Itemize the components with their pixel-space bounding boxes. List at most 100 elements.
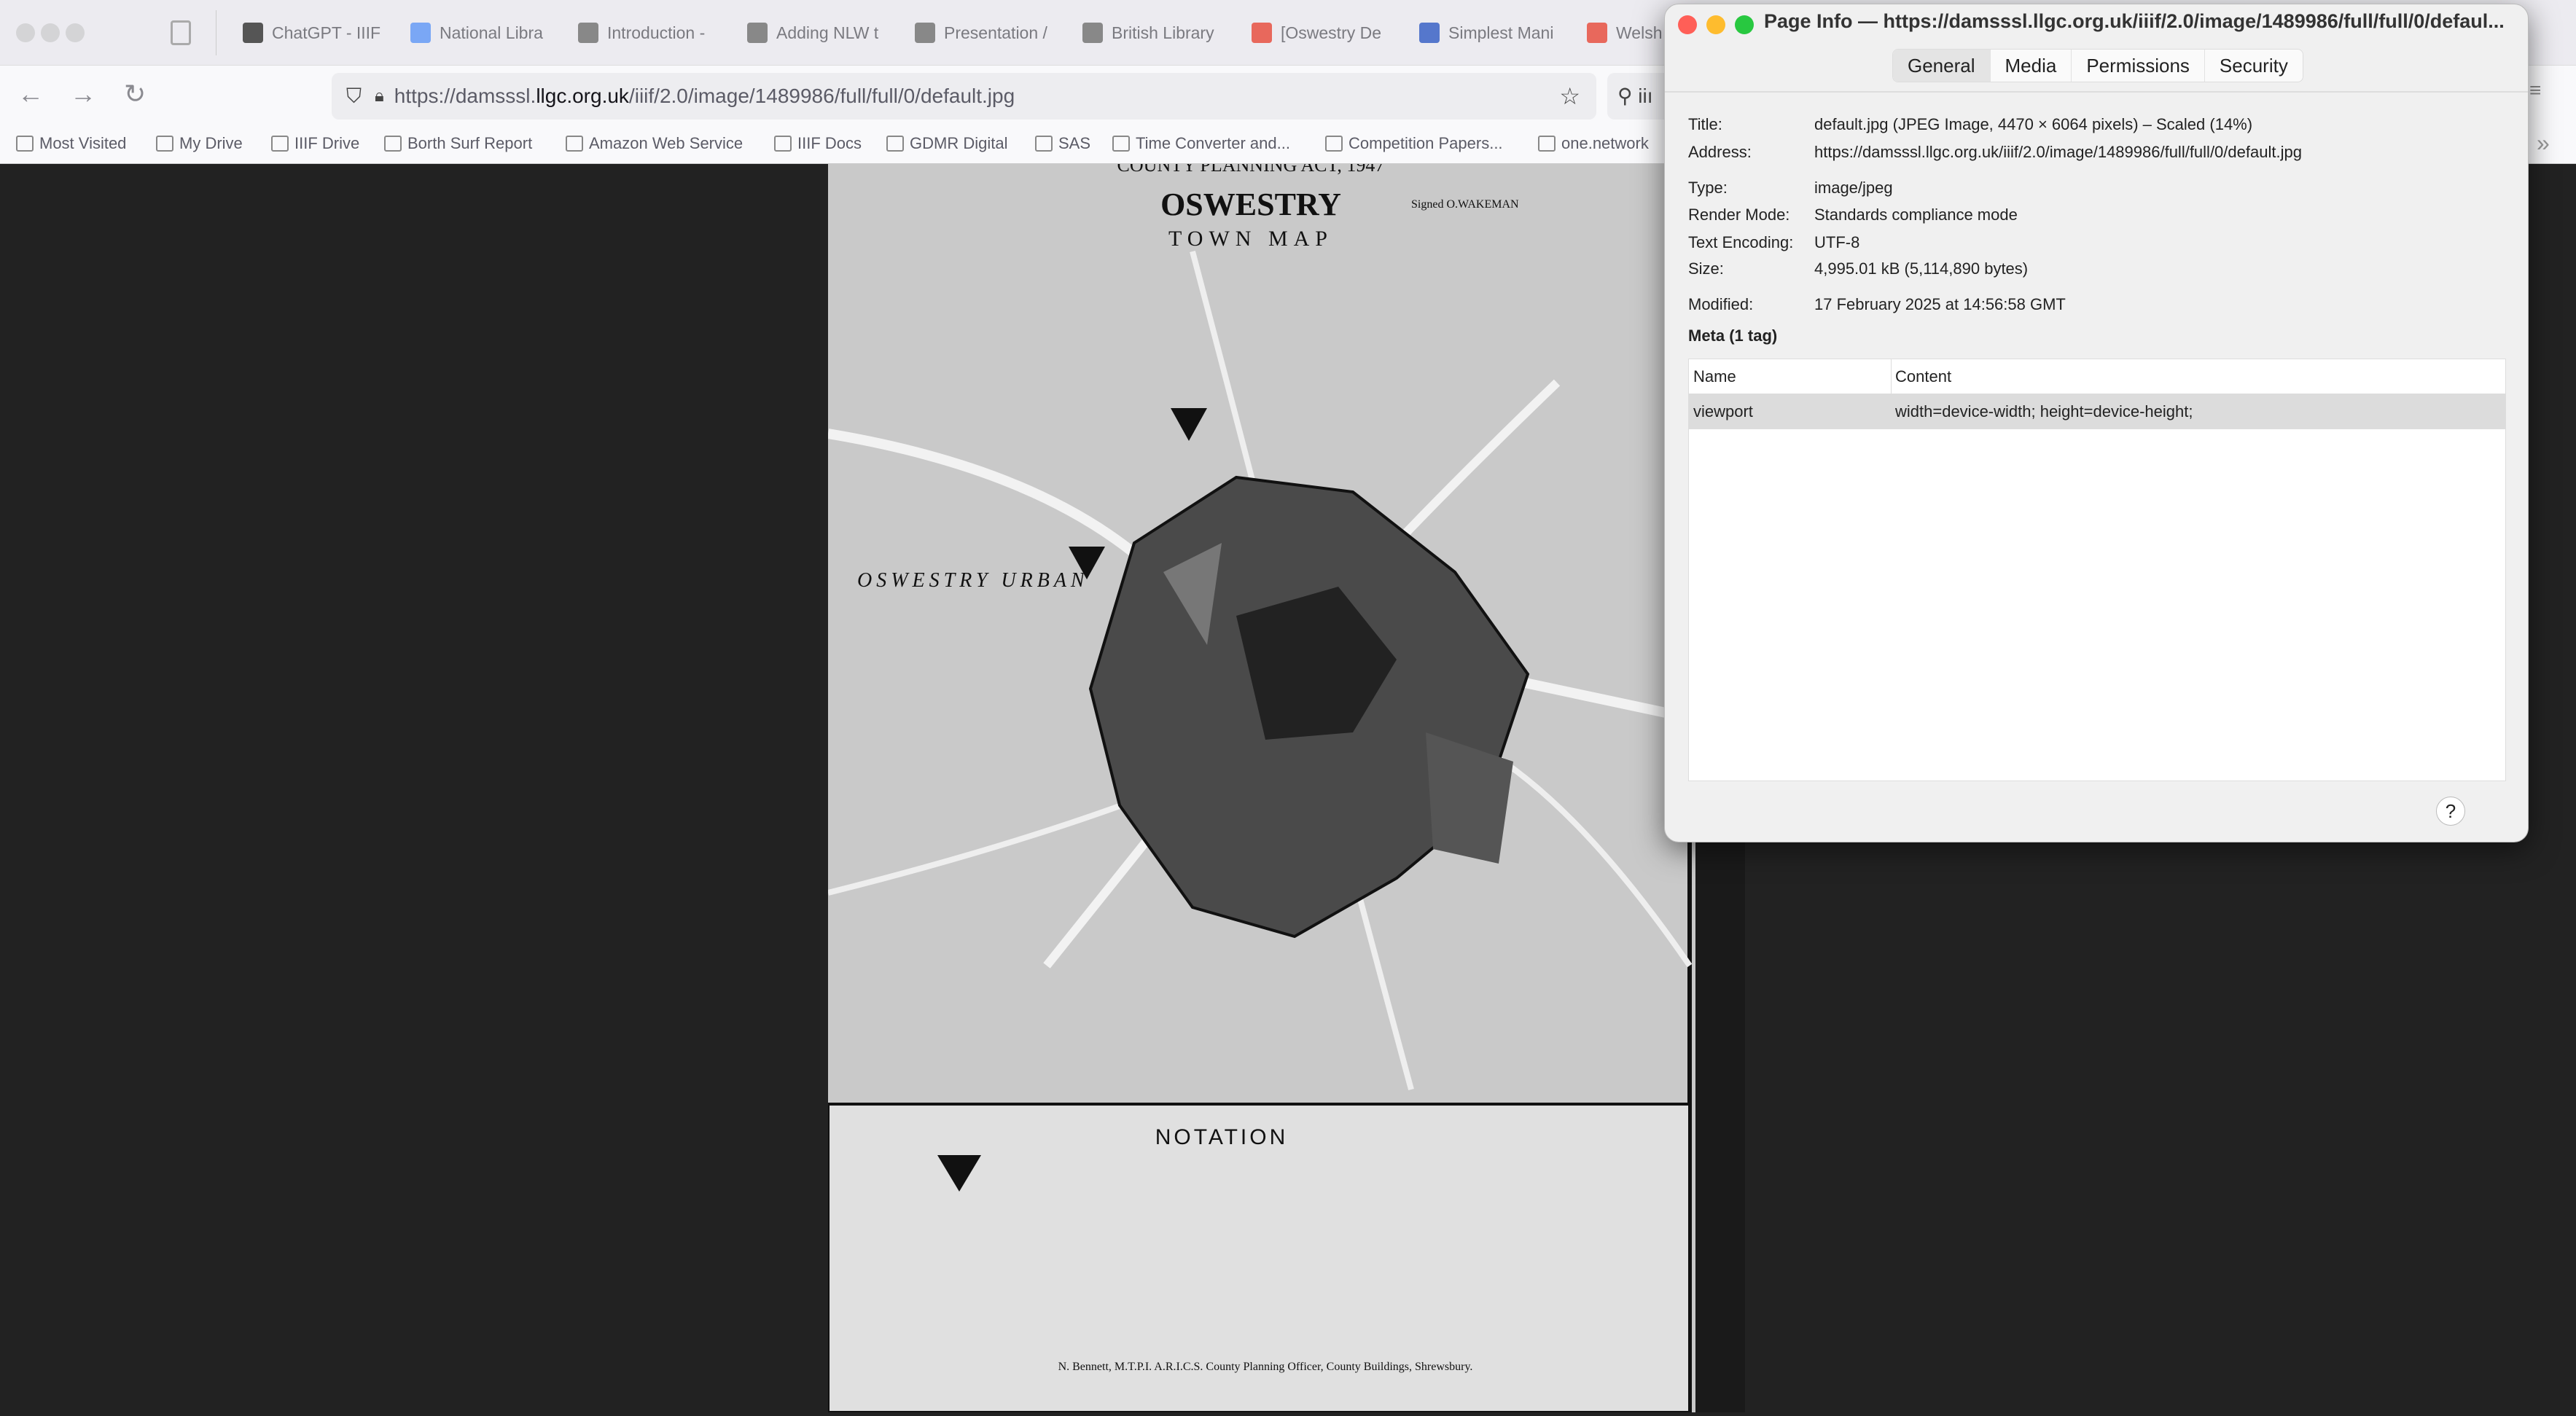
tab[interactable]: Presentation /: [915, 0, 1068, 66]
info-label: Title:: [1688, 115, 1722, 133]
info-value[interactable]: 4,995.01 kB (5,114,890 bytes): [1814, 259, 2028, 278]
map-title: OSWESTRY: [1160, 187, 1341, 222]
url-text[interactable]: https://damsssl.llgc.org.uk/iiif/2.0/ima…: [394, 85, 1015, 108]
bookmark-item[interactable]: IIIF Docs: [774, 134, 862, 153]
bookmark-item[interactable]: one.network: [1538, 134, 1649, 153]
tab-permissions[interactable]: Permissions: [2072, 50, 2205, 82]
bookmark-icon: [774, 136, 792, 152]
tab[interactable]: National Libra: [410, 0, 563, 66]
tab-label: British Library: [1112, 23, 1214, 42]
minimize-window-button[interactable]: [41, 23, 60, 42]
tab[interactable]: British Library: [1082, 0, 1236, 66]
notation-heading: NOTATION: [1155, 1125, 1289, 1149]
reload-button[interactable]: ↻: [124, 79, 146, 109]
bookmark-label: Most Visited: [39, 134, 127, 152]
url-bar[interactable]: ⛉ 🔒︎ https://damsssl.llgc.org.uk/iiif/2.…: [332, 73, 1596, 120]
dialog-minimize-button[interactable]: [1706, 15, 1725, 34]
search-box[interactable]: ⚲ iiı: [1607, 73, 1666, 120]
bookmark-label: Borth Surf Report: [407, 134, 533, 152]
tab-label: Simplest Mani: [1448, 23, 1554, 42]
info-row: Render Mode: Standards compliance mode: [1688, 206, 2018, 224]
tab-label: ChatGPT - IIIF: [272, 23, 381, 42]
info-value[interactable]: image/jpeg: [1814, 179, 1893, 197]
bookmark-icon: [16, 136, 34, 152]
tab[interactable]: ChatGPT - IIIF: [243, 0, 396, 66]
menu-icon[interactable]: ≡: [2529, 79, 2541, 102]
llgc-icon: [1252, 23, 1272, 43]
dialog-tabs: General Media Permissions Security: [1892, 49, 2303, 82]
forward-button[interactable]: →: [70, 79, 96, 109]
map-area-label: OSWESTRY URBAN: [857, 569, 1089, 592]
tab-security[interactable]: Security: [2205, 50, 2303, 82]
bookmark-item[interactable]: Borth Surf Report: [384, 134, 532, 153]
info-row: Type: image/jpeg: [1688, 179, 1893, 197]
help-button[interactable]: ?: [2436, 797, 2465, 826]
info-value[interactable]: https://damsssl.llgc.org.uk/iiif/2.0/ima…: [1814, 143, 2302, 162]
iiif-icon: [1419, 23, 1440, 43]
reader-icon: [1082, 23, 1103, 43]
tab-groups-icon[interactable]: [171, 20, 191, 45]
tab-label: [Oswestry De: [1281, 23, 1382, 42]
tab[interactable]: Simplest Mani: [1419, 0, 1572, 66]
tab[interactable]: Introduction -: [578, 0, 731, 66]
bookmark-label: GDMR Digital: [910, 134, 1008, 152]
bookmark-label: Amazon Web Service: [589, 134, 743, 152]
info-row: Title: default.jpg (JPEG Image, 4470 × 60…: [1688, 115, 2252, 134]
bookmark-item[interactable]: Most Visited: [16, 134, 126, 153]
bookmark-icon: [1538, 136, 1556, 152]
meta-table-header: Name Content: [1689, 359, 2505, 394]
reader-icon: [915, 23, 935, 43]
table-row[interactable]: viewport width=device-width; height=devi…: [1689, 394, 2505, 429]
bookmark-icon: [384, 136, 402, 152]
info-value[interactable]: Standards compliance mode: [1814, 206, 2018, 224]
bookmark-icon: [1035, 136, 1053, 152]
bookmark-item[interactable]: IIIF Drive: [271, 134, 359, 153]
shield-icon[interactable]: ⛉: [346, 85, 362, 109]
llgc-icon: [1587, 23, 1607, 43]
bookmark-label: IIIF Docs: [797, 134, 862, 152]
zoom-window-button[interactable]: [66, 23, 85, 42]
dialog-zoom-button[interactable]: [1735, 15, 1754, 34]
bookmark-item[interactable]: Competition Papers...: [1325, 134, 1503, 153]
info-value[interactable]: default.jpg (JPEG Image, 4470 × 6064 pix…: [1814, 115, 2252, 134]
reader-icon: [578, 23, 598, 43]
back-button[interactable]: ←: [17, 79, 44, 109]
meta-heading: Meta (1 tag): [1688, 326, 1778, 345]
bookmark-item[interactable]: My Drive: [156, 134, 243, 153]
url-host: llgc.org.uk: [536, 85, 629, 107]
meta-content-cell: width=device-width; height=device-height…: [1895, 402, 2193, 421]
info-label: Size:: [1688, 259, 1724, 278]
close-window-button[interactable]: [16, 23, 35, 42]
map-image: OSWESTRY TOWN MAP COUNTY PLANNING ACT, 1…: [827, 154, 1745, 1414]
dialog-close-button[interactable]: [1678, 15, 1697, 34]
bookmark-label: IIIF Drive: [294, 134, 360, 152]
tab-label: Presentation /: [944, 23, 1047, 42]
search-text: iiı: [1638, 85, 1653, 107]
tab-general[interactable]: General: [1893, 50, 1991, 82]
info-value[interactable]: 17 February 2025 at 14:56:58 GMT: [1814, 295, 2066, 314]
info-label: Modified:: [1688, 295, 1754, 313]
bookmark-icon: [156, 136, 173, 152]
url-path: /iiif/2.0/image/1489986/full/full/0/defa…: [628, 85, 1015, 107]
column-header-content[interactable]: Content: [1895, 359, 1951, 394]
lock-icon[interactable]: 🔒︎: [375, 86, 384, 106]
bookmark-item[interactable]: GDMR Digital: [886, 134, 1007, 153]
bookmark-label: Time Converter and...: [1136, 134, 1290, 152]
tab[interactable]: [Oswestry De: [1252, 0, 1405, 66]
tab[interactable]: Adding NLW t: [747, 0, 900, 66]
more-bookmarks-chevron-icon[interactable]: »: [2537, 130, 2550, 157]
bookmark-label: one.network: [1561, 134, 1649, 152]
info-label: Text Encoding:: [1688, 233, 1794, 251]
chatgpt-icon: [243, 23, 263, 43]
bookmark-item[interactable]: SAS: [1035, 134, 1090, 153]
info-value[interactable]: UTF-8: [1814, 233, 1859, 252]
bookmark-star-icon[interactable]: ☆: [1559, 82, 1580, 110]
tab-media[interactable]: Media: [1991, 50, 2072, 82]
bookmark-item[interactable]: Time Converter and...: [1112, 134, 1290, 153]
info-label: Address:: [1688, 143, 1752, 161]
tab-label: Adding NLW t: [776, 23, 879, 42]
column-header-name[interactable]: Name: [1693, 359, 1736, 394]
url-prefix: https://damsssl.: [394, 85, 536, 107]
bookmark-item[interactable]: Amazon Web Service: [566, 134, 743, 153]
map-signature: Signed O.WAKEMAN: [1411, 198, 1519, 211]
